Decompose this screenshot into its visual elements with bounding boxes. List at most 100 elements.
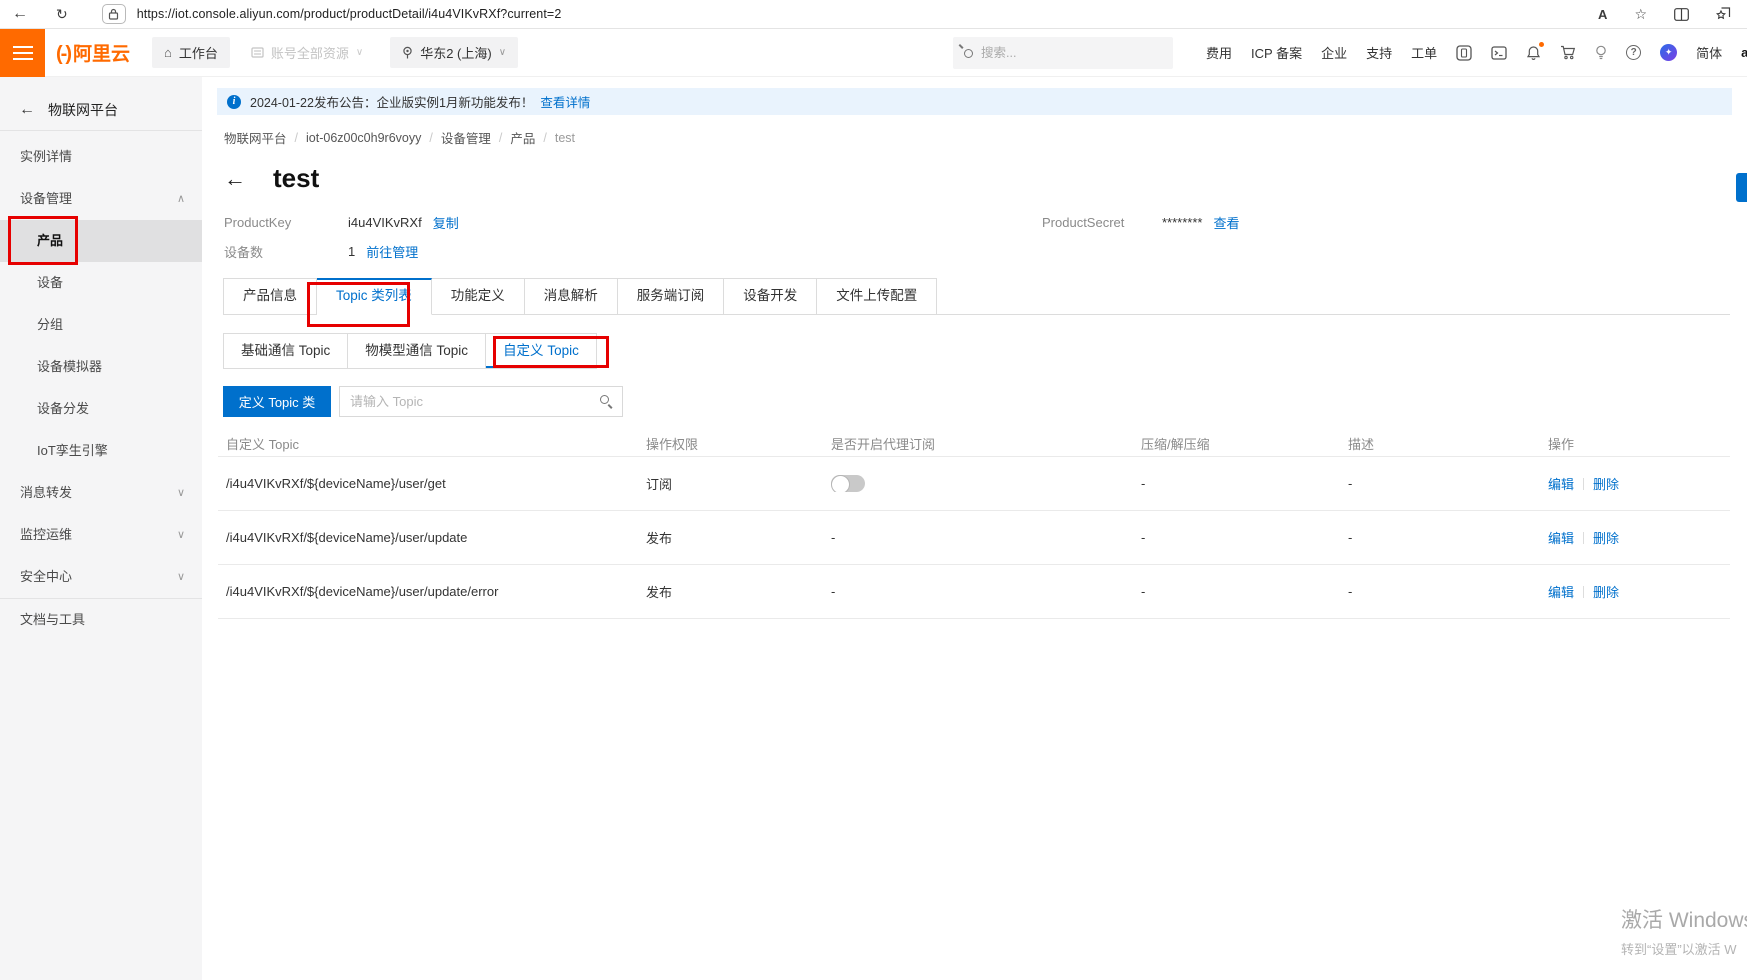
subtab-model-topic[interactable]: 物模型通信 Topic — [348, 334, 486, 368]
subtab-custom-topic[interactable]: 自定义 Topic — [486, 334, 596, 368]
tab-feature-definition[interactable]: 功能定义 — [432, 278, 525, 315]
edit-link[interactable]: 编辑 — [1548, 474, 1574, 493]
sidebar-item-label: 设备分发 — [37, 401, 89, 416]
copy-link[interactable]: 复制 — [433, 213, 459, 232]
page-back-arrow-icon[interactable]: ← — [224, 168, 246, 190]
favorite-star-icon[interactable]: ☆ — [1634, 7, 1647, 21]
resource-icon — [251, 46, 264, 59]
sidebar-item-group[interactable]: 分组 — [0, 304, 202, 346]
resources-label: 账号全部资源 — [271, 43, 349, 62]
bulb-icon[interactable] — [1595, 45, 1607, 61]
resources-dropdown[interactable]: 账号全部资源 ∨ — [251, 43, 363, 62]
top-nav: (-) 阿里云 ⌂ 工作台 账号全部资源 ∨ 华东2 (上海) ∨ 费用 — [0, 29, 1747, 77]
nav-link-ticket[interactable]: 工单 — [1411, 43, 1437, 62]
chevron-down-icon: ∨ — [177, 556, 185, 598]
header-permission: 操作权限 — [638, 434, 823, 453]
cart-icon[interactable] — [1560, 45, 1576, 60]
breadcrumb-iot-platform[interactable]: 物联网平台 — [224, 128, 287, 147]
header-actions: 操作 — [1540, 434, 1730, 453]
sidebar-item-device[interactable]: 设备 — [0, 262, 202, 304]
action-divider — [1583, 586, 1584, 598]
tab-file-upload-config[interactable]: 文件上传配置 — [817, 278, 937, 315]
define-topic-button[interactable]: 定义 Topic 类 — [223, 386, 331, 417]
region-selector[interactable]: 华东2 (上海) ∨ — [390, 37, 518, 68]
app-center-icon[interactable]: ✦ — [1660, 44, 1677, 61]
aliyun-logo[interactable]: (-) 阿里云 — [56, 39, 130, 66]
sidebar-item-label: 设备管理 — [20, 191, 72, 206]
delete-link[interactable]: 删除 — [1593, 582, 1619, 601]
account-name-partial[interactable]: al — [1741, 45, 1747, 60]
announcement-details-link[interactable]: 查看详情 — [540, 92, 590, 111]
sidebar-item-docs-tools[interactable]: 文档与工具 — [0, 599, 202, 641]
breadcrumb-instance[interactable]: iot-06z00c0h9r6voyy — [306, 131, 421, 145]
divider — [0, 130, 202, 131]
delete-link[interactable]: 删除 — [1593, 528, 1619, 547]
global-search-input[interactable] — [981, 46, 1141, 60]
edit-link[interactable]: 编辑 — [1548, 582, 1574, 601]
tab-message-parsing[interactable]: 消息解析 — [525, 278, 618, 315]
info-icon: i — [227, 95, 241, 109]
sidebar-header: ← 物联网平台 — [0, 90, 202, 130]
tab-device-development[interactable]: 设备开发 — [724, 278, 817, 315]
row-actions: 编辑 删除 — [1540, 582, 1730, 601]
sidebar-item-iot-twin-engine[interactable]: IoT孪生引擎 — [0, 430, 202, 472]
sidebar-item-device-simulator[interactable]: 设备模拟器 — [0, 346, 202, 388]
site-permissions-button[interactable] — [102, 4, 126, 24]
hamburger-menu-icon[interactable] — [0, 29, 45, 77]
browser-refresh-icon[interactable]: ↻ — [56, 7, 68, 21]
global-search[interactable] — [953, 37, 1173, 69]
nav-link-icp[interactable]: ICP 备案 — [1251, 43, 1302, 62]
tab-topic-list[interactable]: Topic 类列表 — [317, 278, 432, 315]
language-toggle[interactable]: 简体 — [1696, 43, 1722, 62]
sidebar-item-label: 文档与工具 — [20, 612, 85, 627]
view-secret-link[interactable]: 查看 — [1213, 213, 1239, 232]
nav-link-enterprise[interactable]: 企业 — [1321, 43, 1347, 62]
sidebar-item-device-distribution[interactable]: 设备分发 — [0, 388, 202, 430]
topic-description: - — [1340, 530, 1540, 545]
sidebar-item-label: 设备模拟器 — [37, 359, 102, 374]
breadcrumb-product[interactable]: 产品 — [510, 128, 535, 147]
topic-search-input[interactable] — [339, 386, 623, 417]
topic-subtabs: 基础通信 Topic 物模型通信 Topic 自定义 Topic — [223, 333, 597, 369]
sidebar-item-instance-details[interactable]: 实例详情 — [0, 136, 202, 178]
breadcrumb-separator: / — [499, 131, 502, 145]
help-icon[interactable]: ? — [1626, 45, 1641, 60]
custom-topic-table: 自定义 Topic 操作权限 是否开启代理订阅 压缩/解压缩 描述 操作 /i4… — [218, 430, 1730, 619]
collections-icon[interactable] — [1716, 7, 1731, 21]
delete-link[interactable]: 删除 — [1593, 474, 1619, 493]
tab-server-subscription[interactable]: 服务端订阅 — [618, 278, 725, 315]
chevron-down-icon: ∨ — [177, 472, 185, 514]
sidebar-item-security-center[interactable]: 安全中心∨ — [0, 556, 202, 598]
nav-link-support[interactable]: 支持 — [1366, 43, 1392, 62]
sidebar-item-product[interactable]: 产品 — [0, 220, 202, 262]
app-icon[interactable] — [1456, 45, 1472, 61]
address-bar[interactable]: https://iot.console.aliyun.com/product/p… — [137, 7, 562, 21]
tab-product-info[interactable]: 产品信息 — [223, 278, 317, 315]
sidebar-item-monitoring-ops[interactable]: 监控运维∨ — [0, 514, 202, 556]
right-edge-floating-button[interactable] — [1736, 173, 1747, 202]
announcement-banner: i 2024-01-22发布公告：企业版实例1月新功能发布！ 查看详情 — [217, 88, 1732, 115]
page-title: test — [273, 163, 319, 194]
terminal-icon[interactable] — [1491, 45, 1507, 61]
header-description: 描述 — [1340, 434, 1540, 453]
back-arrow-icon[interactable]: ← — [19, 101, 35, 119]
bell-icon[interactable] — [1526, 45, 1541, 61]
read-aloud-icon[interactable]: A — [1598, 8, 1607, 21]
edit-link[interactable]: 编辑 — [1548, 528, 1574, 547]
sidebar-item-label: 分组 — [37, 317, 63, 332]
sidebar-item-device-management[interactable]: 设备管理∧ — [0, 178, 202, 220]
workbench-button[interactable]: ⌂ 工作台 — [152, 37, 230, 68]
sidebar-item-message-forwarding[interactable]: 消息转发∨ — [0, 472, 202, 514]
manage-devices-link[interactable]: 前往管理 — [366, 242, 418, 261]
browser-back-icon[interactable]: ← — [12, 6, 28, 22]
topic-description: - — [1340, 476, 1540, 491]
lock-icon — [108, 8, 119, 20]
search-icon[interactable] — [600, 395, 609, 404]
nav-link-billing[interactable]: 费用 — [1206, 43, 1232, 62]
proxy-subscription-toggle[interactable] — [831, 475, 865, 492]
subtab-basic-topic[interactable]: 基础通信 Topic — [224, 334, 348, 368]
split-screen-icon[interactable] — [1674, 8, 1689, 21]
header-custom-topic: 自定义 Topic — [218, 434, 638, 453]
breadcrumb-device-management[interactable]: 设备管理 — [441, 128, 491, 147]
browser-actions: A ☆ — [1598, 0, 1731, 28]
